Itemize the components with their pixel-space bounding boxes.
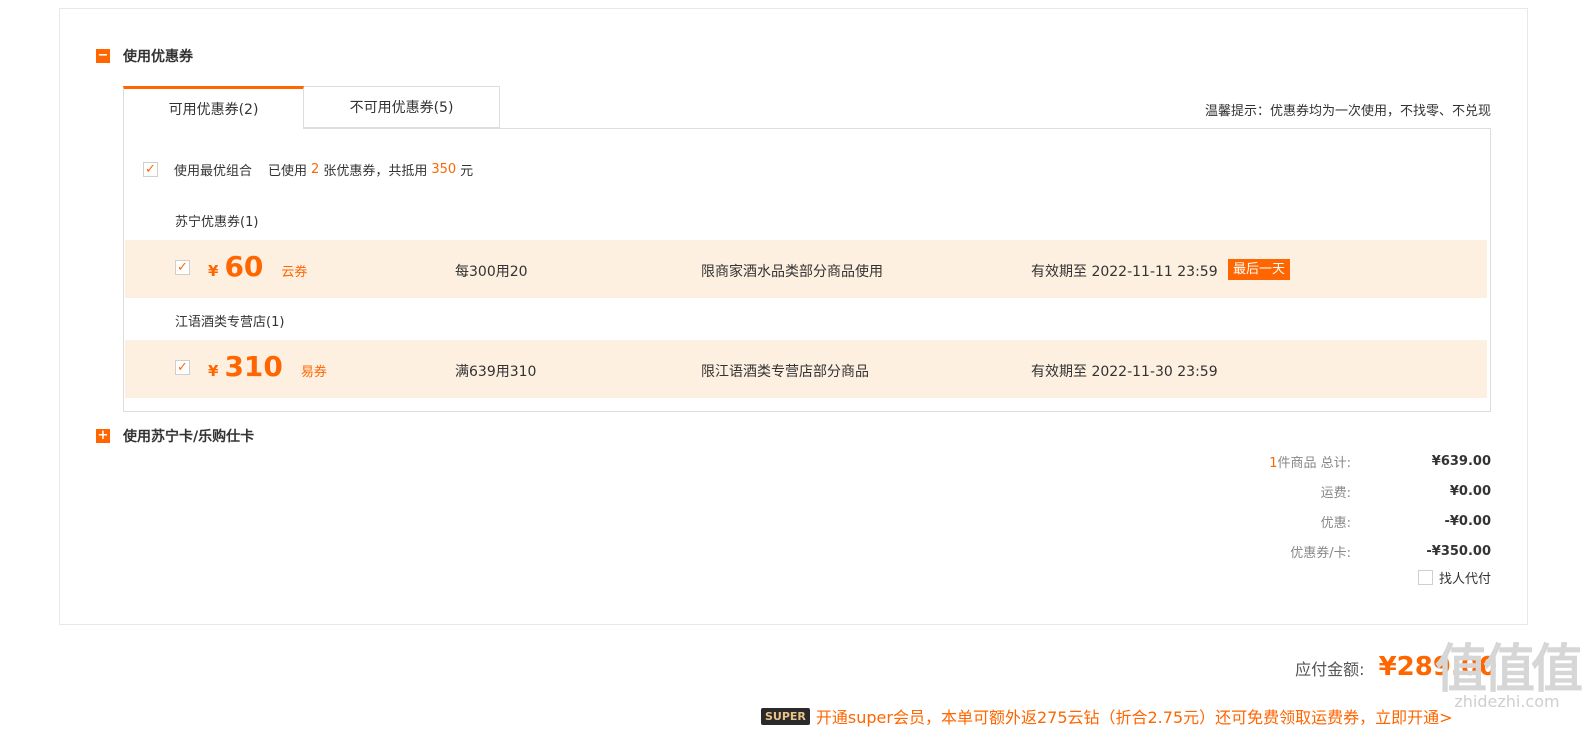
order-summary: 1件商品 总计: ¥639.00 运费: ¥0.00 优惠: -¥0.00 优惠… (1091, 446, 1491, 566)
card-section-header[interactable]: + 使用苏宁卡/乐购仕卡 (96, 426, 254, 446)
watermark-site: zhidezhi.com (1454, 692, 1560, 711)
minus-icon[interactable]: − (96, 49, 110, 63)
items-total: ¥639.00 (1431, 453, 1491, 469)
coupon-card-label: 优惠券/卡: (1290, 545, 1351, 561)
shipping-value: ¥0.00 (1449, 483, 1491, 499)
discount-value: -¥0.00 (1444, 513, 1491, 529)
coupon-card-value: -¥350.00 (1426, 543, 1491, 559)
site-watermark: 值值值 zhidezhi.com (1434, 640, 1583, 711)
items-label: 件商品 总计: (1277, 455, 1351, 471)
coupon-section-header[interactable]: − 使用优惠券 (96, 46, 193, 66)
super-promo[interactable]: SUPER 开通super会员，本单可额外返275云钻（折合2.75元）还可免费… (761, 704, 1453, 728)
plus-icon[interactable]: + (96, 429, 110, 443)
watermark-logo: 值值值 (1434, 640, 1583, 700)
coupon-tabs: 可用优惠券(2) 不可用优惠券(5) (123, 86, 500, 129)
coupon-list-box (123, 128, 1491, 412)
summary-items-row: 1件商品 总计: ¥639.00 (1091, 446, 1491, 476)
shipping-label: 运费: (1320, 485, 1351, 501)
pay-for-other-label: 找人代付 (1438, 572, 1491, 587)
summary-shipping-row: 运费: ¥0.00 (1091, 476, 1491, 506)
card-section-title: 使用苏宁卡/乐购仕卡 (123, 429, 255, 445)
tab-unavailable-coupons[interactable]: 不可用优惠券(5) (304, 86, 500, 128)
discount-label: 优惠: (1320, 515, 1351, 531)
pay-for-other[interactable]: 找人代付 (1417, 568, 1491, 587)
summary-coupon-row: 优惠券/卡: -¥350.00 (1091, 536, 1491, 566)
coupon-section-title: 使用优惠券 (123, 49, 193, 65)
coupon-tip: 温馨提示：优惠券均为一次使用，不找零、不兑现 (1204, 104, 1491, 119)
super-badge: SUPER (761, 707, 810, 725)
super-promo-text[interactable]: 开通super会员，本单可额外返275云钻（折合2.75元）还可免费领取运费券，… (816, 704, 1453, 728)
total-label: 应付金额: (1295, 660, 1365, 679)
summary-discount-row: 优惠: -¥0.00 (1091, 506, 1491, 536)
tab-available-coupons[interactable]: 可用优惠券(2) (123, 86, 304, 129)
pay-for-other-checkbox[interactable] (1417, 570, 1433, 585)
